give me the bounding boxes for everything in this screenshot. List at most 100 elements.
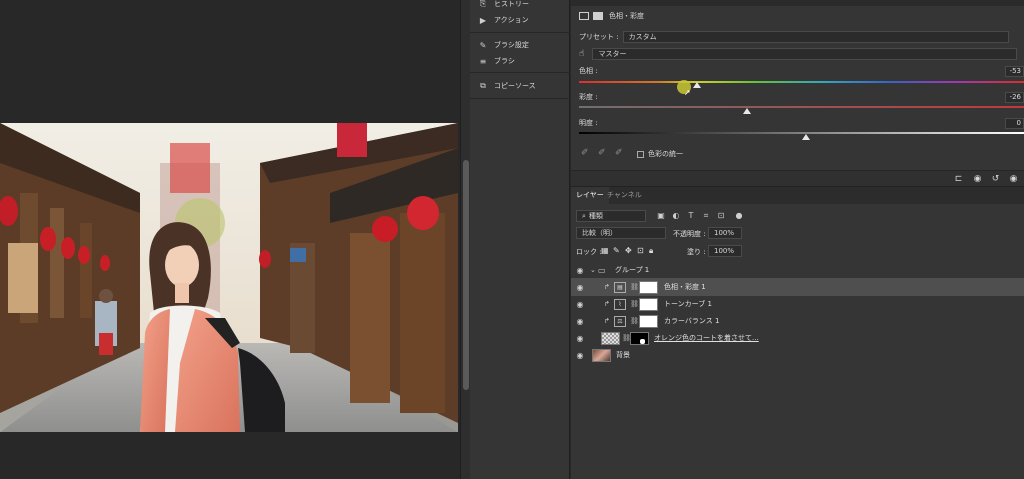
layers-tab-bar: レイヤー チャンネル (571, 187, 1024, 204)
layer-row-group[interactable]: ◉ ⌄ ▭ グループ 1 (571, 261, 1024, 279)
colorize-label: 色彩の統一 (648, 150, 683, 158)
panel-item-label: ヒストリー (494, 0, 529, 8)
canvas-scrollbar[interactable] (460, 0, 470, 479)
layer-name: 色相・彩度 1 (664, 283, 706, 291)
layer-row-background[interactable]: ◉ 背景 (571, 346, 1024, 364)
hue-slider-track[interactable] (579, 81, 1024, 83)
preset-dropdown[interactable]: カスタム (622, 31, 1009, 43)
lock-label: ロック : (576, 248, 602, 256)
chain-link-icon[interactable]: ⛓ (630, 283, 639, 291)
panel-item-actions[interactable]: ▶ アクション (478, 13, 529, 27)
filter-smart-object-icon[interactable]: ⊡ (716, 211, 726, 221)
eyedropper-minus-icon[interactable]: ✐ (615, 148, 627, 160)
saturation-slider-track[interactable] (579, 106, 1024, 108)
brush-icon: ≡ (479, 56, 487, 66)
layer-filter-dropdown[interactable]: ⌕ 種類 (576, 210, 646, 222)
layer-thumbnail[interactable] (592, 348, 611, 362)
fill-label: 塗り : (687, 248, 706, 256)
lightness-value-field[interactable]: 0 (1005, 118, 1024, 129)
filter-adjustment-icon[interactable]: ◐ (671, 211, 681, 221)
lock-all-icon[interactable]: 🔒︎ (649, 246, 653, 256)
layer-row-pixel[interactable]: ◉ ⛓ オレンジ色のコートを着させて... (571, 329, 1024, 347)
filter-type-icon[interactable]: T (686, 211, 696, 221)
lock-transparent-icon[interactable]: ▦ (601, 246, 609, 255)
channel-row: ☝ マスター (579, 48, 1018, 60)
layer-mask-thumbnail[interactable] (639, 314, 658, 328)
panel-item-history[interactable]: ⎘ ヒストリー (478, 0, 529, 11)
filter-toggle-icon[interactable]: ● (734, 211, 744, 221)
layer-row-curves[interactable]: ◉ ↱ ⌇ ⛓ トーンカーブ 1 (571, 295, 1024, 313)
divider (470, 72, 570, 73)
reset-icon[interactable]: ↺ (989, 173, 1002, 185)
panel-item-label: ブラシ設定 (494, 41, 529, 49)
panel-item-brush[interactable]: ≡ ブラシ (478, 54, 515, 68)
layer-name: カラーバランス 1 (664, 317, 720, 325)
mask-shape (640, 338, 645, 344)
properties-bottom-bar: ⊏ ◉ ↺ ◉ (571, 170, 1024, 186)
eye-icon[interactable]: ◉ (575, 317, 585, 326)
color-balance-icon: ⚖ (614, 315, 626, 327)
layer-mask-thumbnail[interactable] (630, 331, 649, 345)
saturation-slider-handle[interactable] (743, 108, 751, 114)
filter-shape-icon[interactable]: ⌗ (701, 211, 711, 221)
clip-to-layer-icon[interactable]: ⊏ (952, 173, 965, 185)
scrollbar-thumb[interactable] (463, 160, 469, 390)
properties-panel: 色相・彩度 プリセット : カスタム ☝ マスター 色相 : -53 ➚ 彩度 … (571, 0, 1024, 186)
opacity-field[interactable]: 100% (708, 227, 742, 239)
chain-link-icon[interactable]: ⛓ (630, 300, 639, 308)
tab-channels[interactable]: チャンネル (602, 187, 647, 204)
hue-slider-handle[interactable] (693, 82, 701, 88)
visibility-icon[interactable]: ◉ (1007, 173, 1020, 185)
saturation-label: 彩度 : (579, 93, 598, 101)
street-photo-image (0, 123, 458, 432)
lock-artboard-icon[interactable]: ⊡ (637, 246, 644, 255)
hue-value-field[interactable]: -53 (1005, 66, 1024, 77)
eye-icon[interactable]: ◉ (575, 283, 585, 292)
panel-item-label: アクション (494, 16, 529, 24)
blend-mode-value: 比較（明） (582, 229, 617, 237)
eyedropper-icon[interactable]: ✐ (581, 148, 593, 160)
opacity-value: 100% (714, 229, 735, 237)
blend-mode-dropdown[interactable]: 比較（明） (576, 227, 666, 239)
mask-icon (593, 12, 603, 20)
colorize-checkbox[interactable] (637, 150, 644, 158)
lightness-slider-handle[interactable] (802, 134, 810, 140)
chevron-down-icon[interactable]: ⌄ (590, 266, 596, 274)
opacity-label: 不透明度 : (673, 230, 706, 238)
brush-settings-icon: ✎ (479, 40, 487, 50)
adjustment-icon (579, 12, 589, 20)
preset-value: カスタム (628, 33, 657, 41)
panel-item-label: ブラシ (494, 57, 515, 65)
eye-icon[interactable]: ◉ (575, 334, 585, 343)
layer-name: トーンカーブ 1 (664, 300, 712, 308)
document-canvas[interactable] (0, 0, 460, 479)
panel-item-clone-source[interactable]: ⧉ コピーソース (478, 79, 536, 93)
targeted-adjustment-hand-icon[interactable]: ☝ (579, 49, 584, 59)
hue-saturation-icon: ▤ (614, 281, 626, 293)
layers-panel: レイヤー チャンネル ⌕ 種類 ▣ ◐ T ⌗ ⊡ ● 比較（明） 不透明度 :… (571, 186, 1024, 479)
layer-row-color-balance[interactable]: ◉ ↱ ⚖ ⛓ カラーバランス 1 (571, 312, 1024, 330)
chain-link-icon[interactable]: ⛓ (630, 317, 639, 325)
eye-icon[interactable]: ◉ (575, 266, 585, 275)
fill-value: 100% (714, 247, 735, 255)
eye-icon[interactable]: ◉ (575, 351, 585, 360)
colorize-row: 色彩の統一 (637, 149, 683, 159)
lock-image-icon[interactable]: ✎ (613, 246, 620, 255)
filter-kind-value: 種類 (588, 212, 603, 220)
eyedropper-plus-icon[interactable]: ✐ (598, 148, 610, 160)
layer-row-hue-saturation[interactable]: ◉ ↱ ▤ ⛓ 色相・彩度 1 (571, 278, 1024, 296)
layer-thumbnail[interactable] (601, 331, 620, 345)
channel-dropdown[interactable]: マスター (592, 48, 1018, 60)
saturation-value-field[interactable]: -26 (1005, 92, 1024, 103)
fill-field[interactable]: 100% (708, 245, 742, 257)
layer-mask-thumbnail[interactable] (639, 297, 658, 311)
lock-position-icon[interactable]: ✥ (625, 246, 632, 255)
search-icon: ⌕ (582, 211, 586, 220)
cursor-icon: ➚ (684, 88, 691, 97)
view-previous-icon[interactable]: ◉ (971, 173, 984, 185)
eye-icon[interactable]: ◉ (575, 300, 585, 309)
filter-pixel-icon[interactable]: ▣ (656, 211, 666, 221)
layer-mask-thumbnail[interactable] (639, 280, 658, 294)
panel-item-brush-settings[interactable]: ✎ ブラシ設定 (478, 38, 529, 52)
hue-label: 色相 : (579, 67, 598, 75)
